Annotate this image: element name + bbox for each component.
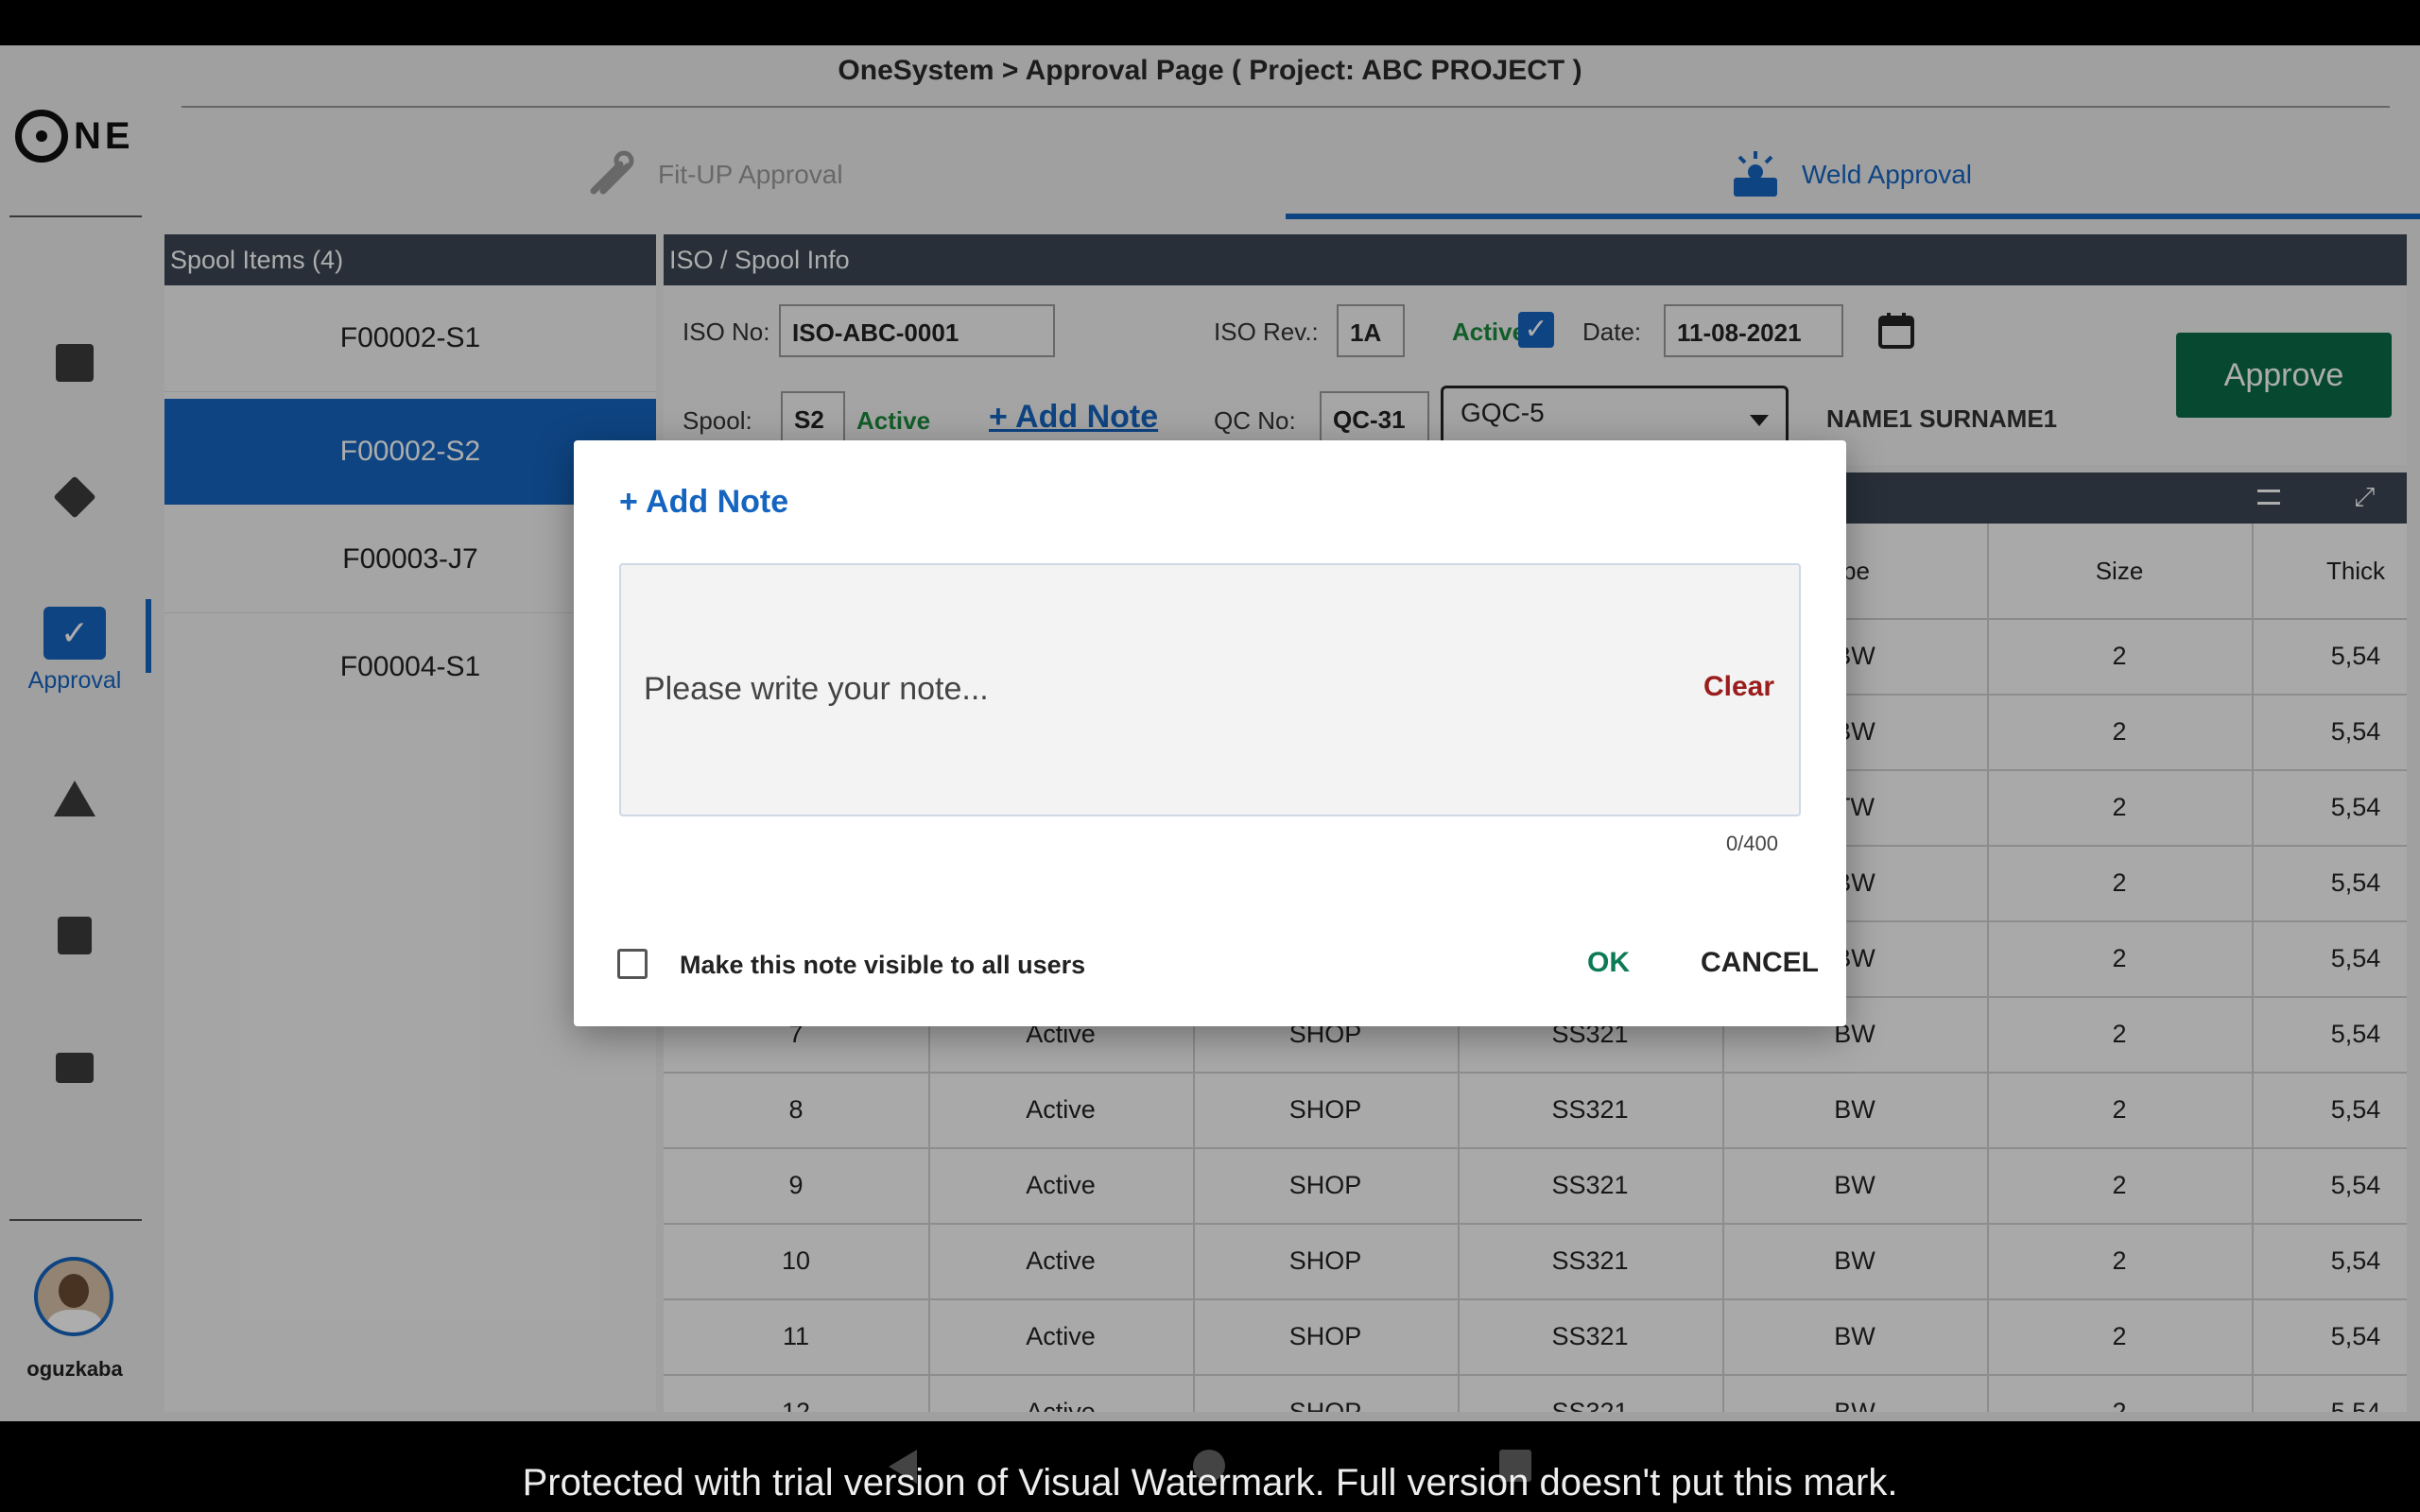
watermark-banner: Protected with trial version of Visual W… — [522, 1462, 1898, 1503]
dialog-title: + Add Note — [619, 484, 789, 520]
note-textarea[interactable]: Please write your note... Clear — [619, 563, 1801, 816]
char-counter: 0/400 — [1725, 832, 1778, 855]
system-nav-bar: Protected with trial version of Visual W… — [0, 1421, 2420, 1512]
visible-to-all-checkbox[interactable] — [617, 949, 648, 979]
ok-button[interactable]: OK — [1587, 947, 1630, 979]
clear-button[interactable]: Clear — [1703, 671, 1774, 703]
visible-to-all-label[interactable]: Make this note visible to all users — [680, 951, 1085, 980]
status-bar — [0, 0, 2420, 45]
note-placeholder: Please write your note... — [644, 671, 989, 707]
add-note-dialog: + Add Note Please write your note... Cle… — [574, 440, 1846, 1026]
cancel-button[interactable]: CANCEL — [1701, 947, 1819, 979]
